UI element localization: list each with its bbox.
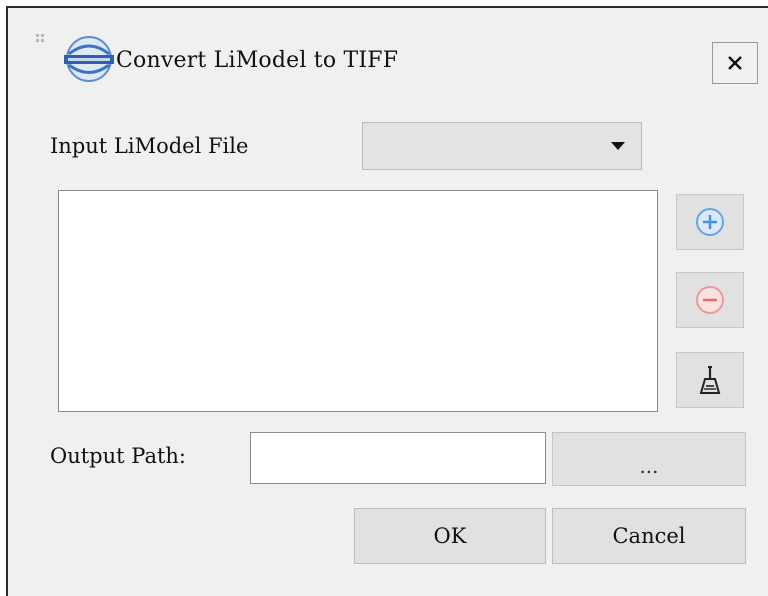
close-icon — [728, 56, 742, 70]
input-file-list[interactable] — [58, 190, 658, 412]
remove-file-button[interactable] — [676, 272, 744, 328]
convert-dialog: Convert LiModel to TIFF Input LiModel Fi… — [6, 6, 768, 596]
cancel-button[interactable]: Cancel — [552, 508, 746, 564]
minus-circle-icon — [696, 286, 724, 314]
output-path-label: Output Path: — [50, 444, 187, 468]
plus-circle-icon — [696, 208, 724, 236]
broom-icon — [699, 366, 721, 394]
browse-button[interactable]: ... — [552, 432, 746, 486]
input-file-dropdown[interactable] — [362, 122, 642, 170]
dialog-title: Convert LiModel to TIFF — [116, 48, 399, 73]
chevron-down-icon — [611, 142, 625, 150]
drag-handle-icon[interactable] — [36, 34, 48, 46]
add-file-button[interactable] — [676, 194, 744, 250]
close-button[interactable] — [712, 42, 758, 84]
output-path-input[interactable] — [250, 432, 546, 484]
app-logo-icon — [64, 36, 114, 82]
clear-list-button[interactable] — [676, 352, 744, 408]
ok-button[interactable]: OK — [354, 508, 546, 564]
input-file-label: Input LiModel File — [50, 134, 249, 158]
